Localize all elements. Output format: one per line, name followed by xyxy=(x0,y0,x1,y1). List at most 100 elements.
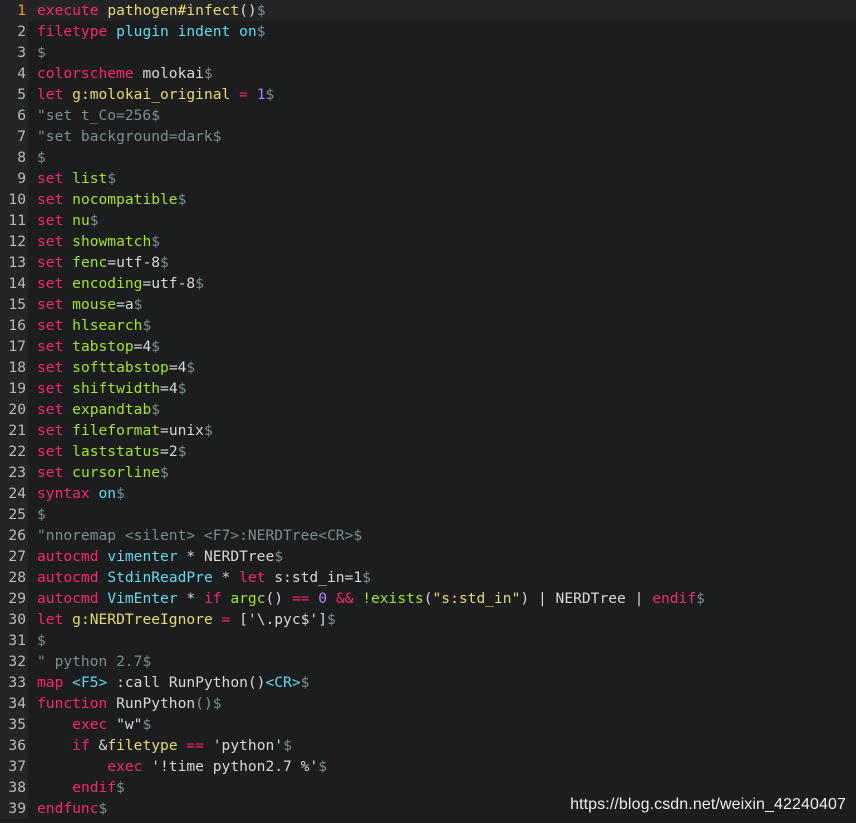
line-number: 8 xyxy=(0,147,28,168)
code-token: endif xyxy=(652,590,697,607)
code-token: shiftwidth xyxy=(72,380,161,397)
code-token: if xyxy=(72,737,90,754)
eol-marker: $ xyxy=(142,653,152,670)
code-line[interactable]: 28 autocmd StdinReadPre * let s:std_in=1$ xyxy=(0,567,856,588)
eol-marker: $ xyxy=(696,590,705,607)
line-number: 17 xyxy=(0,336,28,357)
line-number: 28 xyxy=(0,567,28,588)
code-line[interactable]: 24 syntax on$ xyxy=(0,483,856,504)
vim-editor[interactable]: 1 execute pathogen#infect()$ 2 filetype plu… xyxy=(0,0,856,823)
code-token: RunPython xyxy=(107,695,196,712)
code-token: tabstop xyxy=(72,338,134,355)
code-line[interactable]: 18 set softtabstop=4$ xyxy=(0,357,856,378)
code-line[interactable]: 22 set laststatus=2$ xyxy=(0,441,856,462)
code-line[interactable]: 15 set mouse=a$ xyxy=(0,294,856,315)
line-text: set hlsearch$ xyxy=(37,315,151,336)
code-token: StdinReadPre xyxy=(107,569,213,586)
code-line[interactable]: 32 " python 2.7$ xyxy=(0,651,856,672)
code-token: set xyxy=(37,275,64,292)
code-line[interactable]: 23 set cursorline$ xyxy=(0,462,856,483)
line-number: 27 xyxy=(0,546,28,567)
line-text: if &filetype == 'python'$ xyxy=(37,735,292,756)
code-line[interactable]: 25 $ xyxy=(0,504,856,525)
eol-marker: $ xyxy=(116,779,125,796)
line-number: 15 xyxy=(0,294,28,315)
code-line[interactable]: 9 set list$ xyxy=(0,168,856,189)
code-line[interactable]: 20 set expandtab$ xyxy=(0,399,856,420)
code-token: * xyxy=(177,590,204,607)
code-token: filetype xyxy=(37,23,108,40)
code-line[interactable]: 29 autocmd VimEnter * if argc() == 0 && !… xyxy=(0,588,856,609)
code-line[interactable]: 12 set showmatch$ xyxy=(0,231,856,252)
eol-marker: $ xyxy=(116,485,125,502)
code-token: == xyxy=(186,737,204,754)
code-line[interactable]: 13 set fenc=utf-8$ xyxy=(0,252,856,273)
code-line[interactable]: 16 set hlsearch$ xyxy=(0,315,856,336)
code-token: set xyxy=(37,359,64,376)
code-line[interactable]: 30 let g:NERDTreeIgnore = ['\.pyc$']$ xyxy=(0,609,856,630)
code-token: =2 xyxy=(160,443,178,460)
line-text: function RunPython()$ xyxy=(37,693,222,714)
code-token: expandtab xyxy=(72,401,152,418)
code-line[interactable]: 3 $ xyxy=(0,42,856,63)
eol-marker: $ xyxy=(98,800,108,817)
watermark: https://blog.csdn.net/weixin_42240407 xyxy=(570,796,846,813)
code-line[interactable]: 8 $ xyxy=(0,147,856,168)
code-line[interactable]: 31 $ xyxy=(0,630,856,651)
code-line[interactable]: 6 "set t_Co=256$ xyxy=(0,105,856,126)
eol-marker: $ xyxy=(133,296,143,313)
eol-marker: $ xyxy=(212,128,222,145)
code-token: set xyxy=(37,254,64,271)
eol-marker: $ xyxy=(203,65,213,82)
code-token: let xyxy=(37,611,64,628)
eol-marker: $ xyxy=(177,191,187,208)
line-text: $ xyxy=(37,42,46,63)
line-number: 33 xyxy=(0,672,28,693)
code-token: set xyxy=(37,191,64,208)
code-line[interactable]: 2 filetype plugin indent on$ xyxy=(0,21,856,42)
code-line[interactable]: 4 colorscheme molokai$ xyxy=(0,63,856,84)
code-token: s:std_in=1 xyxy=(265,569,363,586)
code-line[interactable]: 35 exec "w"$ xyxy=(0,714,856,735)
line-number: 22 xyxy=(0,441,28,462)
code-line[interactable]: 11 set nu$ xyxy=(0,210,856,231)
line-text: set expandtab$ xyxy=(37,399,160,420)
code-token: g:molokai_original xyxy=(72,86,231,103)
eol-marker: $ xyxy=(318,758,327,775)
code-token: if xyxy=(203,590,222,607)
code-line[interactable]: 33 map <F5> :call RunPython()<CR>$ xyxy=(0,672,856,693)
line-text: $ xyxy=(37,147,46,168)
code-line[interactable]: 37 exec '!time python2.7 %'$ xyxy=(0,756,856,777)
line-number: 14 xyxy=(0,273,28,294)
code-line[interactable]: 7 "set background=dark$ xyxy=(0,126,856,147)
code-line[interactable]: 26 "nnoremap <silent> <F7>:NERDTree<CR>$ xyxy=(0,525,856,546)
code-line[interactable]: 1 execute pathogen#infect()$ xyxy=(0,0,856,21)
code-line[interactable]: 5 let g:molokai_original = 1$ xyxy=(0,84,856,105)
code-token: nu xyxy=(72,212,90,229)
code-line[interactable]: 36 if &filetype == 'python'$ xyxy=(0,735,856,756)
line-text: set tabstop=4$ xyxy=(37,336,160,357)
code-line[interactable]: 10 set nocompatible$ xyxy=(0,189,856,210)
code-token: =utf-8 xyxy=(142,275,196,292)
code-line[interactable]: 17 set tabstop=4$ xyxy=(0,336,856,357)
code-token: pathogen#infect xyxy=(107,2,240,19)
code-line[interactable]: 21 set fileformat=unix$ xyxy=(0,420,856,441)
code-token: " python 2.7 xyxy=(37,653,143,670)
code-line[interactable]: 14 set encoding=utf-8$ xyxy=(0,273,856,294)
code-token: =a xyxy=(116,296,134,313)
code-line[interactable]: 34 function RunPython()$ xyxy=(0,693,856,714)
line-text: set encoding=utf-8$ xyxy=(37,273,204,294)
code-line[interactable]: 27 autocmd vimenter * NERDTree$ xyxy=(0,546,856,567)
code-token: * NERDTree xyxy=(177,548,275,565)
code-line[interactable]: 19 set shiftwidth=4$ xyxy=(0,378,856,399)
code-line[interactable]: 38 endif$ xyxy=(0,777,856,798)
